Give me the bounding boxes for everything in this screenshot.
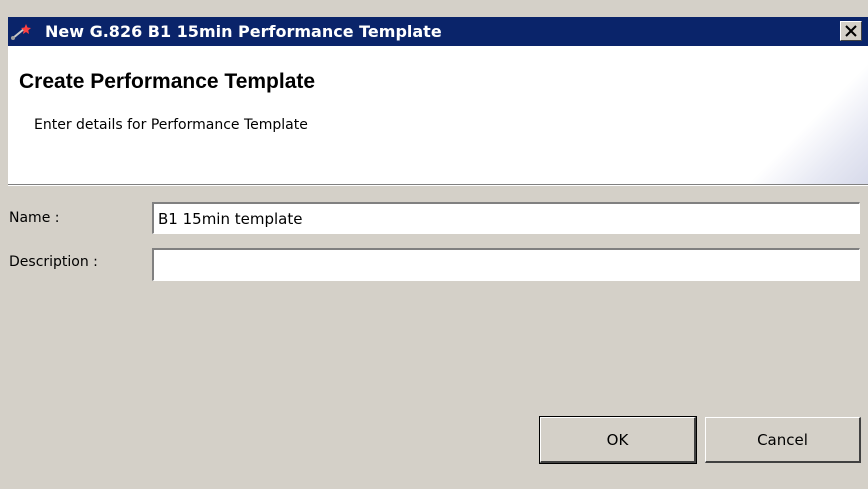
header-decoration [738, 46, 868, 184]
close-button[interactable] [840, 21, 862, 41]
name-label: Name : [9, 210, 60, 226]
ok-button[interactable]: OK [539, 416, 697, 464]
page-title: Create Performance Template [19, 70, 316, 93]
dialog-window: New G.826 B1 15min Performance Template … [0, 0, 868, 489]
page-subtitle: Enter details for Performance Template [34, 117, 308, 133]
cancel-button[interactable]: Cancel [705, 417, 861, 463]
header-banner: Create Performance Template Enter detail… [8, 46, 868, 184]
description-label: Description : [9, 254, 98, 270]
wizard-wand-icon [10, 22, 32, 41]
title-bar[interactable]: New G.826 B1 15min Performance Template [8, 17, 868, 46]
window-title: New G.826 B1 15min Performance Template [45, 22, 442, 41]
description-field[interactable] [152, 248, 860, 281]
header-divider [8, 184, 868, 186]
name-field[interactable] [152, 202, 860, 234]
close-icon [845, 25, 857, 37]
